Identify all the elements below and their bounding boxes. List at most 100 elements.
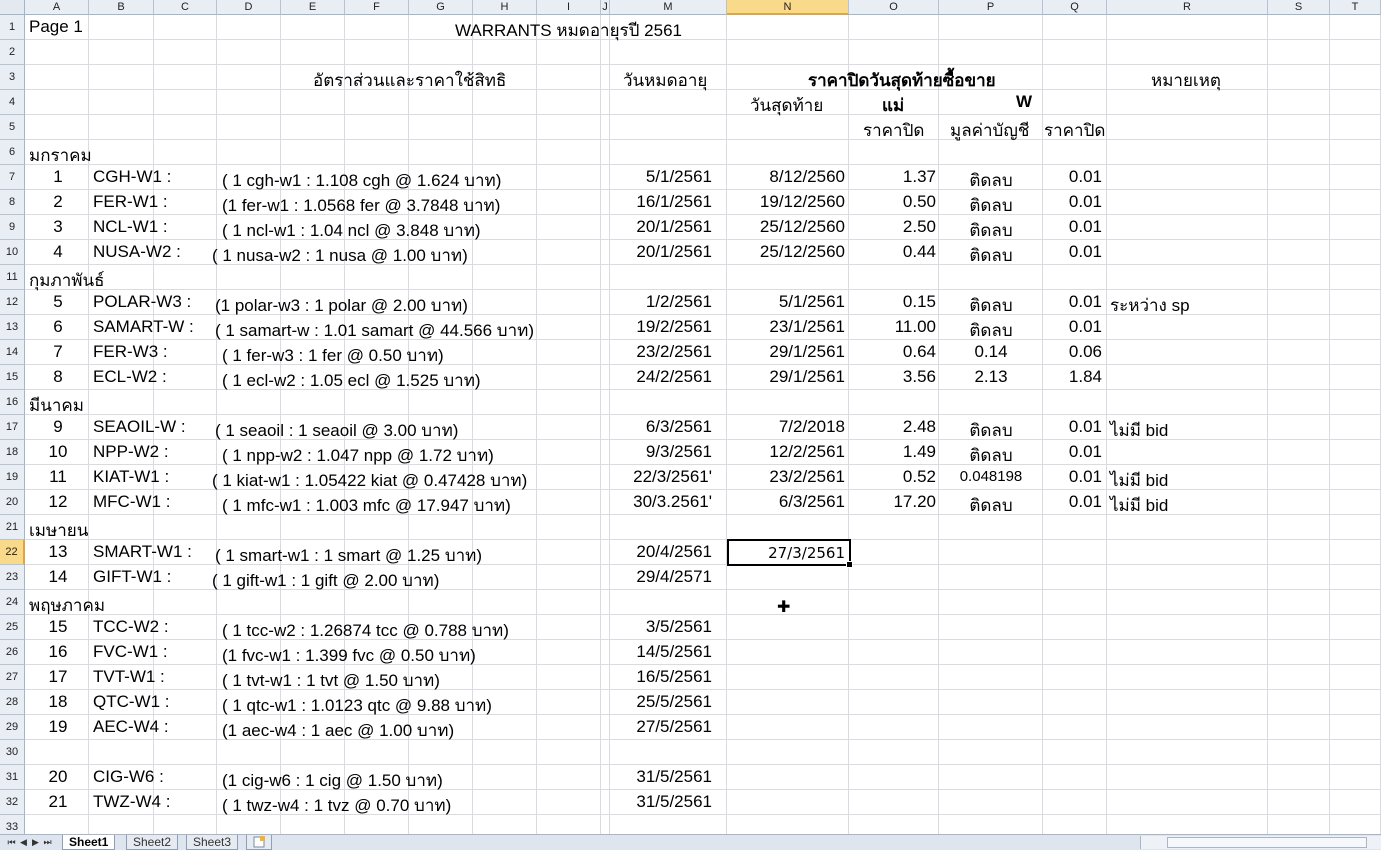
warrant-no[interactable]: 15 xyxy=(49,617,68,637)
row-header-14[interactable]: 14 xyxy=(0,340,25,365)
warrant-book-value[interactable]: ติดลบ xyxy=(969,167,1012,194)
warrant-code[interactable]: AEC-W4 : xyxy=(93,717,169,737)
warrant-remark[interactable]: ไม่มี bid xyxy=(1110,417,1168,444)
row-header-9[interactable]: 9 xyxy=(0,215,25,240)
header-w[interactable]: W xyxy=(1016,92,1032,112)
warrant-book-value[interactable]: 0.14 xyxy=(974,342,1007,362)
warrant-mother-close[interactable]: 0.15 xyxy=(903,292,936,312)
warrant-last-day[interactable]: 19/12/2560 xyxy=(760,192,845,212)
warrant-expiry[interactable]: 22/3/2561' xyxy=(633,467,712,487)
row-header-24[interactable]: 24 xyxy=(0,590,25,615)
warrant-book-value[interactable]: ติดลบ xyxy=(969,292,1012,319)
warrant-ratio[interactable]: ( 1 ncl-w1 : 1.04 ncl @ 3.848 บาท) xyxy=(222,217,481,244)
row-header-21[interactable]: 21 xyxy=(0,515,25,540)
row-header-19[interactable]: 19 xyxy=(0,465,25,490)
warrant-no[interactable]: 6 xyxy=(53,317,62,337)
row-header-7[interactable]: 7 xyxy=(0,165,25,190)
warrant-mother-close[interactable]: 2.50 xyxy=(903,217,936,237)
warrant-last-day[interactable]: 8/12/2560 xyxy=(769,167,845,187)
row-header-28[interactable]: 28 xyxy=(0,690,25,715)
warrant-last-day[interactable]: 23/1/2561 xyxy=(769,317,845,337)
column-header-c[interactable]: C xyxy=(154,0,217,15)
column-header-r[interactable]: R xyxy=(1107,0,1268,15)
warrant-ratio[interactable]: ( 1 seaoil : 1 seaoil @ 3.00 บาท) xyxy=(215,417,458,444)
warrant-no[interactable]: 10 xyxy=(49,442,68,462)
warrant-code[interactable]: TWZ-W4 : xyxy=(93,792,170,812)
warrant-code[interactable]: POLAR-W3 : xyxy=(93,292,191,312)
header-last-day[interactable]: วันสุดท้าย xyxy=(750,92,823,119)
warrant-ratio[interactable]: ( 1 cgh-w1 : 1.108 cgh @ 1.624 บาท) xyxy=(222,167,501,194)
column-header-p[interactable]: P xyxy=(939,0,1043,15)
last-sheet-button[interactable]: ⏭ xyxy=(42,836,53,849)
horizontal-scrollbar[interactable] xyxy=(1140,836,1381,849)
warrant-book-value[interactable]: ติดลบ xyxy=(969,317,1012,344)
column-header-f[interactable]: F xyxy=(345,0,409,15)
warrant-no[interactable]: 9 xyxy=(53,417,62,437)
warrant-close[interactable]: 0.01 xyxy=(1069,292,1102,312)
row-header-11[interactable]: 11 xyxy=(0,265,25,290)
warrant-no[interactable]: 18 xyxy=(49,692,68,712)
row-header-30[interactable]: 30 xyxy=(0,740,25,765)
warrant-ratio[interactable]: ( 1 qtc-w1 : 1.0123 qtc @ 9.88 บาท) xyxy=(222,692,492,719)
warrant-close[interactable]: 0.01 xyxy=(1069,192,1102,212)
warrant-code[interactable]: FER-W3 : xyxy=(93,342,168,362)
month-label[interactable]: เมษายน xyxy=(29,517,88,544)
row-header-3[interactable]: 3 xyxy=(0,65,25,90)
warrant-expiry[interactable]: 9/3/2561 xyxy=(646,442,712,462)
warrant-expiry[interactable]: 30/3.2561' xyxy=(633,492,712,512)
warrant-code[interactable]: NUSA-W2 : xyxy=(93,242,181,262)
column-header-t[interactable]: T xyxy=(1330,0,1381,15)
row-header-18[interactable]: 18 xyxy=(0,440,25,465)
warrant-mother-close[interactable]: 3.56 xyxy=(903,367,936,387)
warrant-last-day[interactable]: 25/12/2560 xyxy=(760,217,845,237)
row-header-8[interactable]: 8 xyxy=(0,190,25,215)
warrant-code[interactable]: FER-W1 : xyxy=(93,192,168,212)
header-w-close[interactable]: ราคาปิด xyxy=(1044,117,1105,144)
warrant-expiry[interactable]: 25/5/2561 xyxy=(636,692,712,712)
warrant-last-day[interactable]: 12/2/2561 xyxy=(769,442,845,462)
warrant-expiry[interactable]: 16/1/2561 xyxy=(636,192,712,212)
warrant-book-value[interactable]: ติดลบ xyxy=(969,417,1012,444)
header-expiry[interactable]: วันหมดอายุ xyxy=(623,67,707,94)
header-last-close[interactable]: ราคาปิดวันสุดท้ายซื้อขาย xyxy=(808,67,996,94)
warrant-close[interactable]: 0.01 xyxy=(1069,417,1102,437)
warrant-expiry[interactable]: 14/5/2561 xyxy=(636,642,712,662)
warrant-ratio[interactable]: ( 1 twz-w4 : 1 tvz @ 0.70 บาท) xyxy=(222,792,451,819)
column-header-a[interactable]: A xyxy=(25,0,89,15)
warrant-code[interactable]: QTC-W1 : xyxy=(93,692,170,712)
month-label[interactable]: มกราคม xyxy=(29,142,92,169)
tab-sheet2[interactable]: Sheet2 xyxy=(126,835,179,850)
row-header-25[interactable]: 25 xyxy=(0,615,25,640)
warrant-last-day[interactable]: 7/2/2018 xyxy=(779,417,845,437)
row-header-6[interactable]: 6 xyxy=(0,140,25,165)
row-header-4[interactable]: 4 xyxy=(0,90,25,115)
month-label[interactable]: กุมภาพันธ์ xyxy=(29,267,104,294)
warrant-ratio[interactable]: ( 1 smart-w1 : 1 smart @ 1.25 บาท) xyxy=(215,542,482,569)
warrant-expiry[interactable]: 1/2/2561 xyxy=(646,292,712,312)
header-close-price[interactable]: ราคาปิด xyxy=(863,117,924,144)
warrant-mother-close[interactable]: 0.44 xyxy=(903,242,936,262)
warrant-no[interactable]: 12 xyxy=(49,492,68,512)
warrant-close[interactable]: 0.01 xyxy=(1069,492,1102,512)
warrant-no[interactable]: 21 xyxy=(49,792,68,812)
first-sheet-button[interactable]: ⏮ xyxy=(6,836,17,849)
warrant-expiry[interactable]: 31/5/2561 xyxy=(636,792,712,812)
insert-worksheet-icon[interactable] xyxy=(246,835,272,850)
warrant-code[interactable]: MFC-W1 : xyxy=(93,492,170,512)
warrant-mother-close[interactable]: 17.20 xyxy=(893,492,936,512)
warrant-mother-close[interactable]: 2.48 xyxy=(903,417,936,437)
warrant-ratio[interactable]: (1 polar-w3 : 1 polar @ 2.00 บาท) xyxy=(215,292,468,319)
page-label[interactable]: Page 1 xyxy=(29,17,83,37)
warrant-expiry[interactable]: 19/2/2561 xyxy=(636,317,712,337)
month-label[interactable]: มีนาคม xyxy=(29,392,84,419)
warrant-code[interactable]: SMART-W1 : xyxy=(93,542,192,562)
warrant-no[interactable]: 11 xyxy=(49,467,67,487)
warrant-code[interactable]: SEAOIL-W : xyxy=(93,417,186,437)
warrant-ratio[interactable]: ( 1 npp-w2 : 1.047 npp @ 1.72 บาท) xyxy=(222,442,494,469)
warrant-mother-close[interactable]: 1.37 xyxy=(903,167,936,187)
warrant-close[interactable]: 0.01 xyxy=(1069,217,1102,237)
header-book-value[interactable]: มูลค่าบัญชี xyxy=(950,117,1029,144)
warrant-close[interactable]: 0.01 xyxy=(1069,242,1102,262)
header-remark[interactable]: หมายเหตุ xyxy=(1151,67,1221,94)
row-header-31[interactable]: 31 xyxy=(0,765,25,790)
